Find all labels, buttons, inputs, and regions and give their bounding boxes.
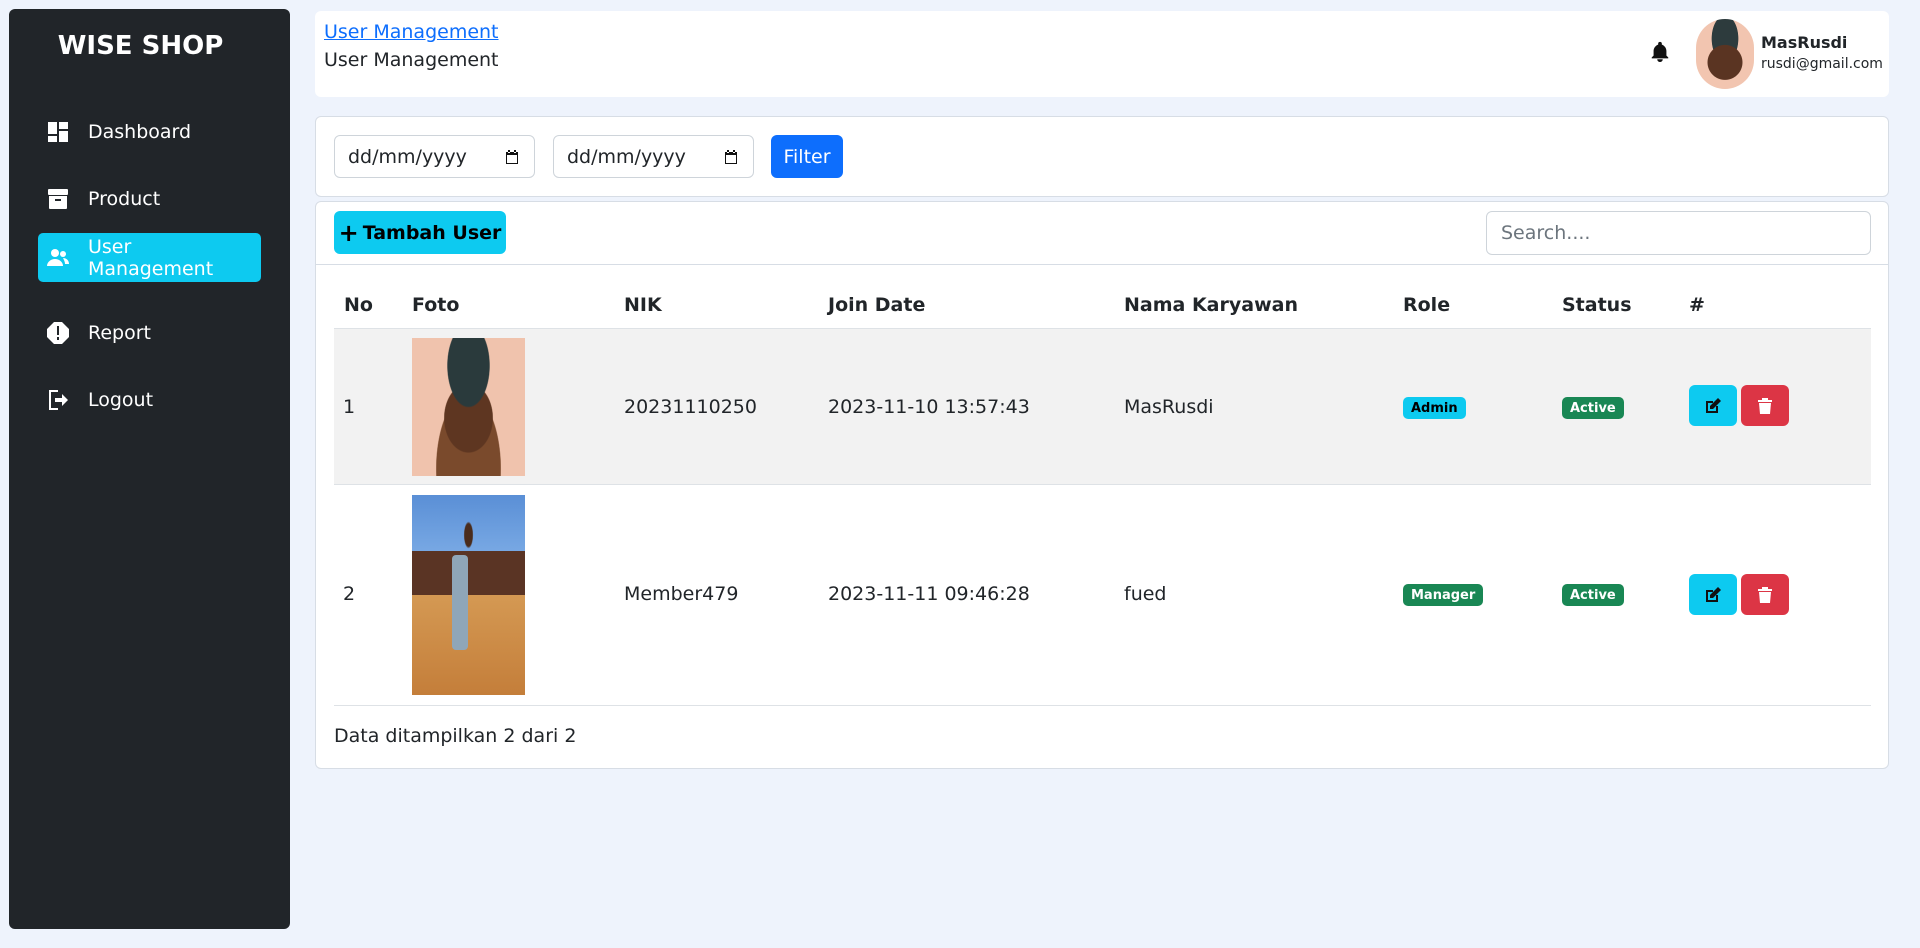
- column-header-foto: Foto: [412, 294, 460, 316]
- avatar[interactable]: [1696, 19, 1754, 89]
- cell-join-date: 2023-11-11 09:46:28: [828, 583, 1030, 605]
- sidebar-item-user-management[interactable]: User Management: [38, 233, 261, 282]
- pagination-info: Data ditampilkan 2 dari 2: [334, 725, 577, 747]
- alert-icon: [46, 321, 70, 345]
- dashboard-icon: [46, 120, 70, 144]
- date-to-placeholder: dd/mm/yyyy: [567, 145, 686, 168]
- edit-button[interactable]: [1689, 385, 1737, 426]
- edit-button[interactable]: [1689, 574, 1737, 615]
- page-title: User Management: [324, 49, 499, 71]
- status-badge: Active: [1562, 584, 1624, 606]
- cell-join-date: 2023-11-10 13:57:43: [828, 396, 1030, 418]
- role-badge: Manager: [1403, 584, 1484, 606]
- trash-icon: [1758, 397, 1772, 414]
- column-header-join-date: Join Date: [828, 294, 926, 316]
- users-icon: [46, 246, 70, 270]
- cell-nik: 20231110250: [624, 396, 757, 418]
- search-input[interactable]: [1486, 211, 1871, 255]
- cell-name: fued: [1124, 583, 1167, 605]
- column-header-nama-karyawan: Nama Karyawan: [1124, 294, 1298, 316]
- sidebar-item-report[interactable]: Report: [38, 308, 261, 357]
- brand-logo: WISE SHOP: [57, 31, 224, 61]
- cell-name: MasRusdi: [1124, 396, 1214, 418]
- table-row: 2 Member479 2023-11-11 09:46:28 fued Man…: [334, 485, 1871, 706]
- cell-no: 2: [343, 583, 356, 605]
- edit-icon: [1706, 397, 1721, 413]
- filter-card: dd/mm/yyyy dd/mm/yyyy Filter: [315, 116, 1889, 197]
- user-photo: [412, 495, 525, 695]
- table-row: 1 20231110250 2023-11-10 13:57:43 MasRus…: [334, 328, 1871, 485]
- delete-button[interactable]: [1741, 385, 1789, 426]
- cell-no: 1: [343, 396, 356, 418]
- column-header-actions: #: [1689, 294, 1705, 316]
- column-header-nik: NIK: [624, 294, 662, 316]
- add-user-button[interactable]: + Tambah User: [334, 211, 506, 254]
- user-photo: [412, 338, 525, 476]
- user-table-card: + Tambah User No Foto NIK Join Date Nama…: [315, 201, 1889, 769]
- top-header: User Management User Management MasRusdi…: [315, 11, 1889, 97]
- sidebar-item-label: Dashboard: [88, 120, 192, 143]
- sidebar: WISE SHOP Dashboard Product User Managem…: [9, 9, 290, 929]
- column-header-no: No: [344, 294, 373, 316]
- date-from-placeholder: dd/mm/yyyy: [348, 145, 467, 168]
- sidebar-item-label: Report: [88, 321, 151, 344]
- sidebar-item-label: Logout: [88, 388, 154, 411]
- sidebar-item-logout[interactable]: Logout: [38, 375, 261, 424]
- user-email: rusdi@gmail.com: [1761, 56, 1883, 72]
- logout-icon: [46, 388, 70, 412]
- sidebar-item-product[interactable]: Product: [38, 174, 261, 223]
- calendar-icon[interactable]: [504, 149, 520, 165]
- column-header-status: Status: [1562, 294, 1632, 316]
- filter-button[interactable]: Filter: [771, 135, 843, 178]
- delete-button[interactable]: [1741, 574, 1789, 615]
- plus-icon: +: [338, 218, 359, 247]
- sidebar-item-dashboard[interactable]: Dashboard: [38, 107, 261, 156]
- role-badge: Admin: [1403, 397, 1466, 419]
- trash-icon: [1758, 586, 1772, 603]
- date-to-input[interactable]: dd/mm/yyyy: [553, 135, 754, 178]
- breadcrumb-link[interactable]: User Management: [324, 21, 499, 43]
- calendar-icon[interactable]: [723, 149, 739, 165]
- sidebar-item-label: Product: [88, 187, 161, 210]
- archive-icon: [46, 187, 70, 211]
- add-user-label: Tambah User: [362, 221, 502, 244]
- user-name: MasRusdi: [1761, 33, 1848, 52]
- bell-icon[interactable]: [1649, 39, 1673, 65]
- status-badge: Active: [1562, 397, 1624, 419]
- edit-icon: [1706, 586, 1721, 602]
- cell-nik: Member479: [624, 583, 739, 605]
- column-header-role: Role: [1403, 294, 1451, 316]
- sidebar-item-label: User Management: [88, 235, 214, 280]
- date-from-input[interactable]: dd/mm/yyyy: [334, 135, 535, 178]
- table-toolbar: + Tambah User: [316, 202, 1888, 265]
